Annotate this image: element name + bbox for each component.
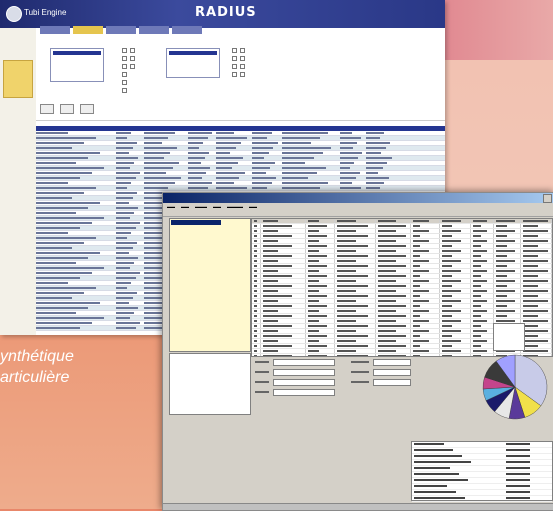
filter-listbox-left[interactable] [50,48,104,82]
form-field[interactable] [373,379,411,386]
form-label [255,371,269,373]
back-sidebar [0,28,36,335]
tree-panel[interactable] [169,218,251,352]
checkbox[interactable] [122,64,127,69]
form-label [351,381,369,383]
checkbox[interactable] [130,48,135,53]
checkbox[interactable] [232,56,237,61]
form-label [255,361,269,363]
checkbox[interactable] [122,80,127,85]
sidebar-button[interactable] [3,60,33,98]
filter-button-2[interactable] [60,104,74,114]
brand-name: Tubi Engine [24,8,67,17]
checkbox[interactable] [240,48,245,53]
tab-1[interactable] [40,26,70,34]
menu-item[interactable]: ▬▬ [213,203,221,210]
filter-button-1[interactable] [40,104,54,114]
close-icon[interactable] [543,194,552,203]
filter-button-3[interactable] [80,104,94,114]
form-field[interactable] [273,369,335,376]
form-label [255,391,269,393]
checkbox[interactable] [130,56,135,61]
filter-listbox-right[interactable] [166,48,220,78]
checkbox[interactable] [122,72,127,77]
brand-logo-icon [6,6,22,22]
checkbox[interactable] [122,88,127,93]
form-label [351,361,369,363]
app-title: RADIUS [195,5,257,20]
bottom-list [411,441,553,502]
checkbox[interactable] [232,48,237,53]
menu-item[interactable]: ▬▬ [249,203,257,210]
checkbox[interactable] [122,48,127,53]
checkbox[interactable] [240,72,245,77]
front-window-titlebar [163,193,553,203]
checkbox[interactable] [122,56,127,61]
list-item[interactable] [412,496,552,502]
form-field[interactable] [273,379,335,386]
form-field[interactable] [273,389,335,396]
tab-3[interactable] [106,26,136,34]
back-window-header: Tubi Engine RADIUS [0,0,445,28]
form-field[interactable] [373,369,411,376]
front-app-window: ▬▬ ▬▬ ▬▬▬ ▬▬ ▬▬▬▬ ▬▬ [162,192,553,511]
tree-detail-panel [169,353,251,415]
back-window-tabs [40,26,202,34]
checkbox[interactable] [232,72,237,77]
menu-item[interactable]: ▬▬ [167,203,175,210]
caption-line-1: ynthétique [0,348,74,365]
chart-legend [493,323,525,351]
front-window-toolbar [163,210,553,217]
form-field[interactable] [273,359,335,366]
filter-buttons [40,104,94,114]
checkbox[interactable] [240,56,245,61]
menu-item[interactable]: ▬▬▬ [195,203,207,210]
checkbox[interactable] [232,64,237,69]
tab-4[interactable] [139,26,169,34]
tab-active[interactable] [73,26,103,34]
checkbox[interactable] [240,64,245,69]
form-label [351,371,369,373]
marketing-caption: ynthétique articulière [0,346,74,388]
front-window-menubar: ▬▬ ▬▬ ▬▬▬ ▬▬ ▬▬▬▬ ▬▬ [163,203,553,210]
form-field[interactable] [373,359,411,366]
filter-panel [36,34,445,121]
tab-5[interactable] [172,26,202,34]
checkbox[interactable] [130,64,135,69]
caption-line-2: articulière [0,369,70,386]
menu-item[interactable]: ▬▬ [181,203,189,210]
menu-item[interactable]: ▬▬▬▬ [227,203,243,210]
pie-chart [482,354,548,420]
form-label [255,381,269,383]
